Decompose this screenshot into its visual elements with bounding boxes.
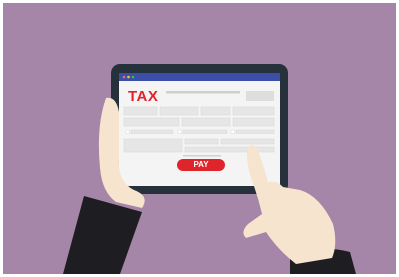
window-dots-icon <box>122 75 135 79</box>
footer-line <box>183 155 221 157</box>
illustration-canvas <box>3 3 396 274</box>
window-titlebar <box>119 73 280 81</box>
illustration-scene: TAX PAY <box>0 0 399 277</box>
header-box <box>246 91 274 101</box>
header-line <box>166 91 240 94</box>
pay-button[interactable]: PAY <box>177 159 225 171</box>
tax-title: TAX <box>128 88 159 105</box>
